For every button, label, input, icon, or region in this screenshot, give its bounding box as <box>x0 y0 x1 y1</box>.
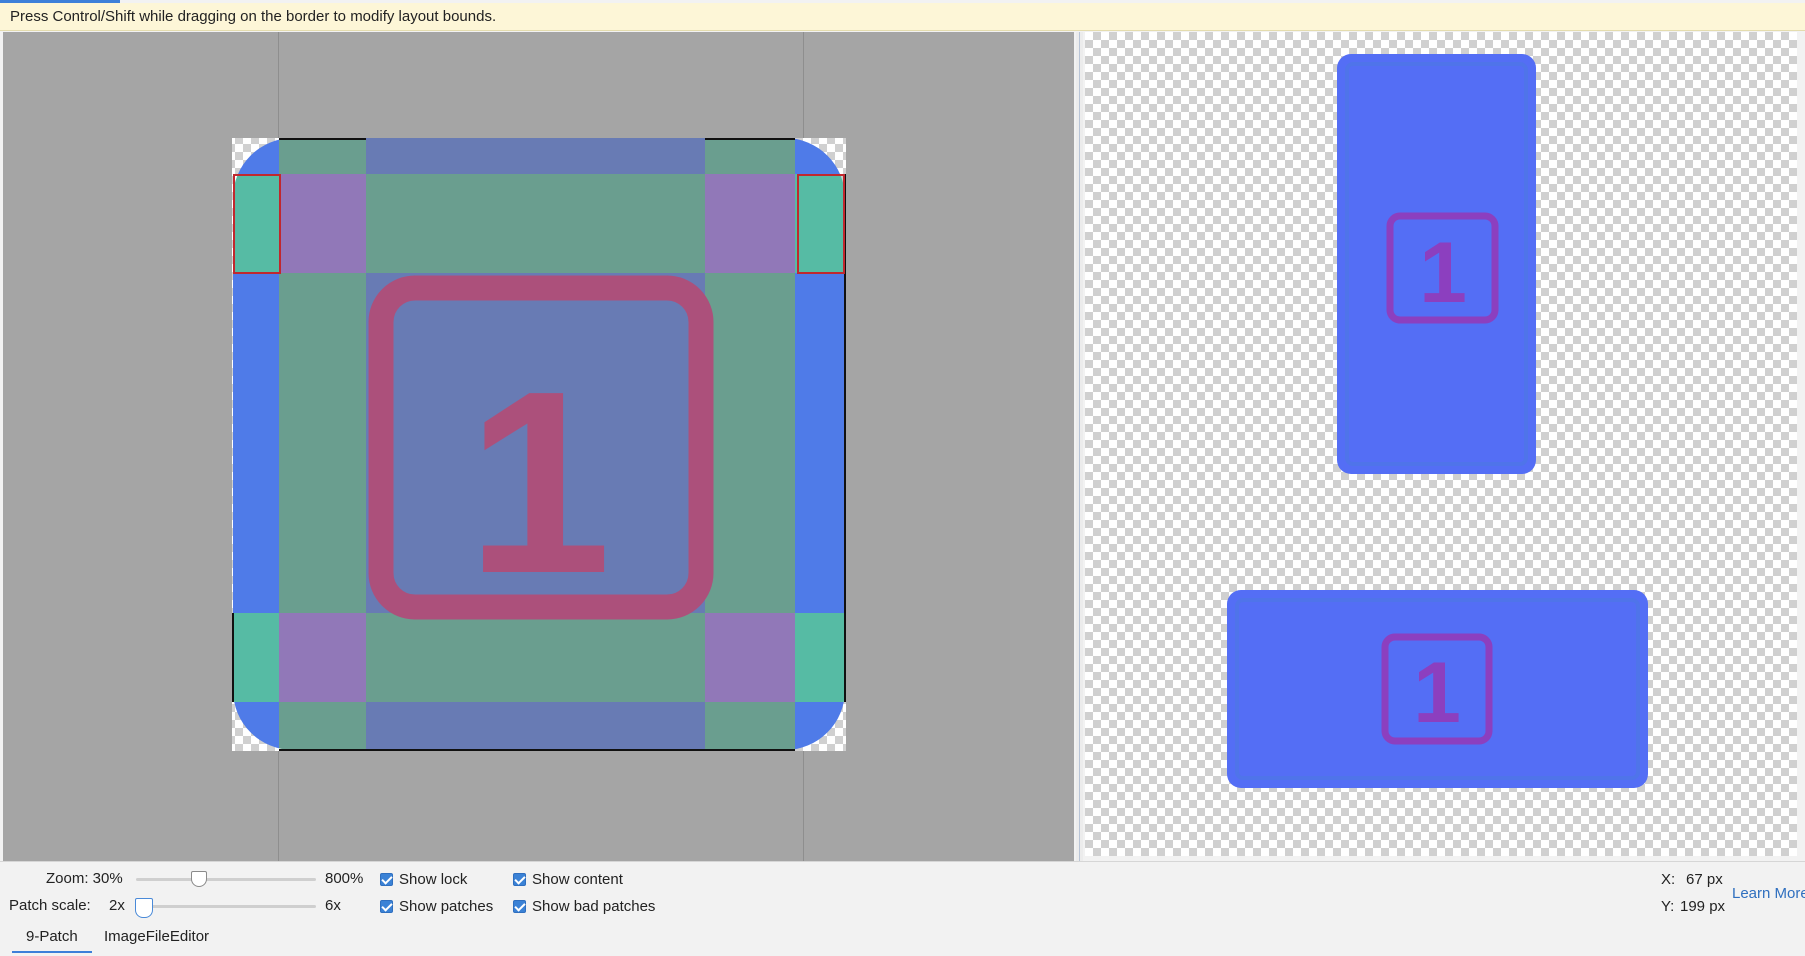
stretch-patch-tl <box>279 174 366 273</box>
show-content-label[interactable]: Show content <box>532 871 623 888</box>
preview-vertical: 1 <box>1337 54 1536 474</box>
patch-bottom-right <box>705 702 795 750</box>
hint-banner: Press Control/Shift while dragging on th… <box>0 3 1805 31</box>
zoom-max-label: 800% <box>325 870 364 887</box>
cursor-y-label: Y: <box>1661 898 1675 915</box>
patch-left-upper <box>233 174 279 273</box>
stretch-patch-bl <box>279 613 366 702</box>
show-lock-label[interactable]: Show lock <box>399 871 467 888</box>
content-glyph: 1 <box>467 338 612 628</box>
show-lock-checkbox[interactable] <box>380 873 393 886</box>
panel-splitter[interactable] <box>1076 32 1083 861</box>
hint-text: Press Control/Shift while dragging on th… <box>10 8 497 25</box>
show-content-checkbox[interactable] <box>513 873 526 886</box>
stretch-patch-br <box>705 613 795 702</box>
zoom-slider-track[interactable] <box>136 878 316 881</box>
patch-top-right <box>705 138 795 174</box>
patch-scale-slider-track[interactable] <box>136 905 316 908</box>
stretch-patch-tr <box>705 174 795 273</box>
stretch-patch-left <box>279 273 366 613</box>
patch-scale-label: Patch scale: <box>9 897 91 914</box>
learn-more-link[interactable]: Learn More <box>1732 885 1805 902</box>
show-bad-patches-label[interactable]: Show bad patches <box>532 898 655 915</box>
tab-image-file-editor[interactable]: ImageFileEditor <box>104 928 209 945</box>
cursor-y-value: 199 px <box>1680 898 1726 915</box>
stretch-patch-right <box>705 273 795 613</box>
patch-top-center <box>366 138 705 174</box>
editor-controls-bar: Zoom: 30% 800% Patch scale: 2x 6x Show l… <box>0 861 1805 956</box>
cursor-x-value: 67 px <box>1686 871 1723 888</box>
show-bad-patches-checkbox[interactable] <box>513 900 526 913</box>
show-patches-checkbox[interactable] <box>380 900 393 913</box>
preview-vertical-glyph: 1 <box>1419 225 1467 321</box>
zoom-label: Zoom: 30% <box>46 870 123 887</box>
preview-horizontal: 1 <box>1227 590 1648 788</box>
patch-left-lower <box>233 613 279 702</box>
patch-scale-slider-thumb[interactable] <box>135 898 153 918</box>
patch-scale-min-label: 2x <box>109 897 125 914</box>
ninepatch-editor-canvas[interactable]: 1 <box>3 32 1074 861</box>
patch-right-upper <box>795 174 845 273</box>
patch-scale-max-label: 6x <box>325 897 341 914</box>
cursor-x-label: X: <box>1661 871 1676 888</box>
tab-9-patch-active-indicator <box>12 951 92 953</box>
patch-top-left <box>279 138 366 174</box>
preview-horizontal-glyph: 1 <box>1413 645 1461 741</box>
patch-bottom-left <box>279 702 366 750</box>
stretch-patch-top <box>366 174 705 273</box>
patch-right-middle <box>795 273 845 613</box>
stretch-preview-pane: 1 1 <box>1085 32 1797 856</box>
patch-right-lower <box>795 613 845 702</box>
show-patches-label[interactable]: Show patches <box>399 898 493 915</box>
patch-left-middle <box>233 273 279 613</box>
tab-9-patch[interactable]: 9-Patch <box>26 928 78 945</box>
zoom-slider-thumb[interactable] <box>191 871 207 887</box>
ninepatch-image[interactable]: 1 <box>3 32 1074 861</box>
patch-bottom-center <box>366 702 705 750</box>
